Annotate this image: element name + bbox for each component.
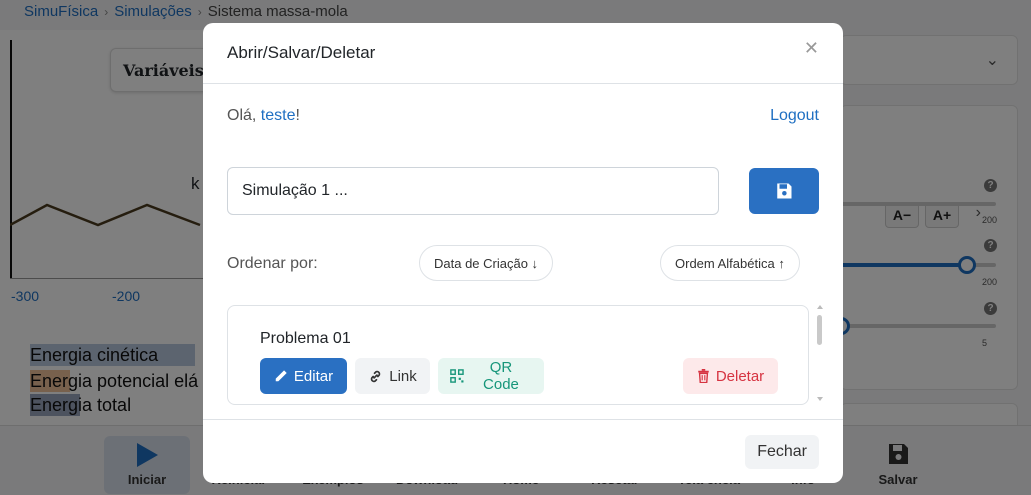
- qr-code-icon: [450, 369, 464, 383]
- link-button[interactable]: Link: [355, 358, 430, 394]
- pencil-icon: [275, 370, 287, 382]
- sort-alphabetical-button[interactable]: Ordem Alfabética ↑: [660, 245, 800, 281]
- simulation-name-input[interactable]: [227, 167, 719, 215]
- qr-code-button[interactable]: QR Code: [438, 358, 544, 394]
- scroll-thumb[interactable]: [817, 315, 822, 345]
- sort-label: Ordenar por:: [227, 255, 318, 272]
- link-icon: [370, 370, 381, 382]
- list-scrollbar[interactable]: [815, 305, 825, 401]
- delete-button[interactable]: Deletar: [683, 358, 778, 394]
- saved-simulations-list: Problema 01 Editar Link QR Code Deletar: [227, 305, 809, 405]
- simulation-title: Problema 01: [260, 330, 351, 347]
- logout-link[interactable]: Logout: [770, 107, 819, 125]
- username: teste: [260, 107, 296, 124]
- edit-button[interactable]: Editar: [260, 358, 347, 394]
- close-icon[interactable]: ✕: [804, 38, 819, 59]
- modal-footer: Fechar: [203, 419, 843, 483]
- save-button[interactable]: [749, 168, 819, 214]
- trash-icon: [698, 369, 709, 383]
- close-button[interactable]: Fechar: [745, 435, 819, 469]
- greeting: Olá, teste!: [227, 107, 300, 124]
- floppy-disk-icon: [777, 183, 792, 199]
- modal-title: Abrir/Salvar/Deletar: [227, 43, 376, 62]
- open-save-delete-dialog: Abrir/Salvar/Deletar ✕ Olá, teste! Logou…: [203, 23, 843, 483]
- modal-header: Abrir/Salvar/Deletar ✕: [203, 23, 843, 84]
- sort-by-date-button[interactable]: Data de Criação ↓: [419, 245, 554, 281]
